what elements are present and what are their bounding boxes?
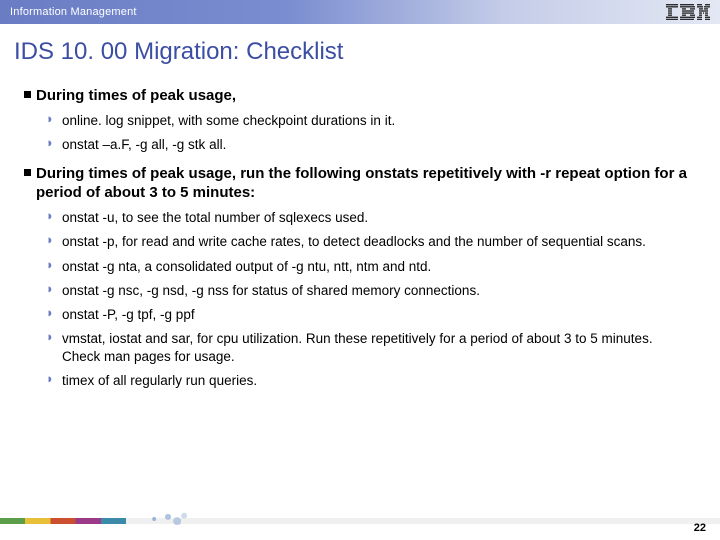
square-bullet-icon xyxy=(20,86,34,105)
list-item: ◗ vmstat, iostat and sar, for cpu utiliz… xyxy=(46,330,700,365)
page-number: 22 xyxy=(694,522,706,534)
list-item: ◗ onstat -p, for read and write cache ra… xyxy=(46,233,700,250)
page-title: IDS 10. 00 Migration: Checklist xyxy=(0,24,720,76)
list-item-text: onstat –a.F, -g all, -g stk all. xyxy=(62,136,234,153)
list-item: ◗ timex of all regularly run queries. xyxy=(46,372,700,389)
arrow-bullet-icon: ◗ xyxy=(46,372,62,389)
section-heading: During times of peak usage, xyxy=(20,86,700,105)
slide: Information Management xyxy=(0,0,720,540)
square-bullet-icon xyxy=(20,164,34,202)
content-area: During times of peak usage, ◗ online. lo… xyxy=(0,76,720,540)
section-heading-text: During times of peak usage, xyxy=(34,86,236,105)
list-item-text: timex of all regularly run queries. xyxy=(62,372,265,389)
arrow-bullet-icon: ◗ xyxy=(46,136,62,153)
header-label: Information Management xyxy=(10,6,137,18)
list-item: ◗ onstat -g nsc, -g nsd, -g nss for stat… xyxy=(46,282,700,299)
footer-ornament-icon xyxy=(145,508,191,530)
list-item: ◗ onstat -P, -g tpf, -g ppf xyxy=(46,306,700,323)
list-item-text: onstat -u, to see the total number of sq… xyxy=(62,209,376,226)
arrow-bullet-icon: ◗ xyxy=(46,330,62,365)
arrow-bullet-icon: ◗ xyxy=(46,209,62,226)
list-item-text: onstat -g nta, a consolidated output of … xyxy=(62,258,439,275)
arrow-bullet-icon: ◗ xyxy=(46,258,62,275)
arrow-bullet-icon: ◗ xyxy=(46,306,62,323)
list-item-text: vmstat, iostat and sar, for cpu utilizat… xyxy=(62,330,700,365)
header-bar: Information Management xyxy=(0,0,720,24)
footer: 22 xyxy=(0,510,720,540)
arrow-bullet-icon: ◗ xyxy=(46,233,62,250)
list-item: ◗ online. log snippet, with some checkpo… xyxy=(46,112,700,129)
list-item-text: onstat -P, -g tpf, -g ppf xyxy=(62,306,203,323)
footer-color-bar xyxy=(0,518,720,524)
list-item: ◗ onstat -u, to see the total number of … xyxy=(46,209,700,226)
ibm-logo xyxy=(666,4,710,20)
list-item: ◗ onstat –a.F, -g all, -g stk all. xyxy=(46,136,700,153)
section-heading: During times of peak usage, run the foll… xyxy=(20,164,700,202)
arrow-bullet-icon: ◗ xyxy=(46,112,62,129)
list-item-text: onstat -p, for read and write cache rate… xyxy=(62,233,654,250)
list-item-text: online. log snippet, with some checkpoin… xyxy=(62,112,403,129)
list-item: ◗ onstat -g nta, a consolidated output o… xyxy=(46,258,700,275)
list-item-text: onstat -g nsc, -g nsd, -g nss for status… xyxy=(62,282,488,299)
section-heading-text: During times of peak usage, run the foll… xyxy=(34,164,700,202)
arrow-bullet-icon: ◗ xyxy=(46,282,62,299)
